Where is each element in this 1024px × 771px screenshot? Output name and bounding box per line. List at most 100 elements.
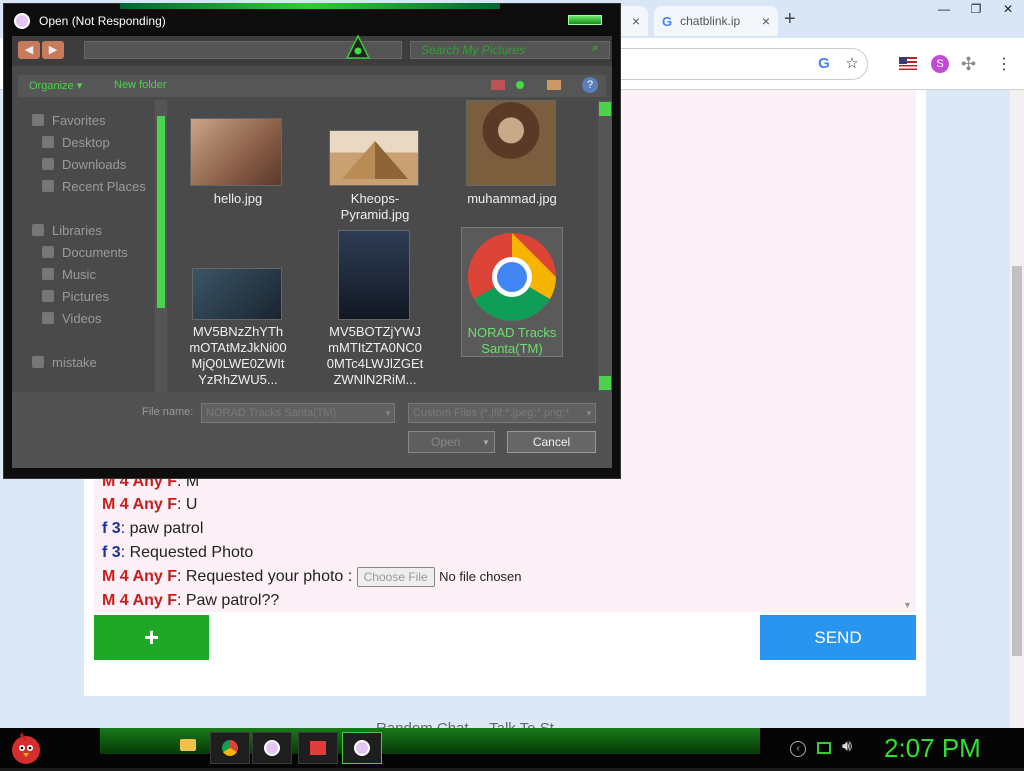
- puzzle-icon[interactable]: ✣: [961, 54, 976, 75]
- bookmark-star-icon[interactable]: ☆: [843, 55, 861, 73]
- search-icon[interactable]: ⌕: [592, 42, 598, 55]
- sender-name: f 3: [102, 520, 121, 537]
- desktop-icon: [42, 136, 54, 148]
- help-icon[interactable]: ?: [582, 77, 598, 93]
- pictures-icon: [42, 290, 54, 302]
- nav-label: Favorites: [52, 113, 106, 128]
- taskbar-app-icon[interactable]: [252, 732, 292, 764]
- taskbar-chrome-icon[interactable]: [210, 732, 250, 764]
- nav-label: Music: [62, 267, 96, 282]
- page-scrollbar-thumb[interactable]: [1012, 266, 1022, 656]
- organize-button[interactable]: Organize ▾: [29, 79, 82, 92]
- file-item[interactable]: [466, 100, 556, 186]
- close-tab-icon[interactable]: ×: [762, 13, 770, 29]
- documents-icon: [42, 246, 54, 258]
- network-icon[interactable]: [817, 742, 831, 754]
- maximize-button[interactable]: ❐: [960, 0, 992, 18]
- file-name: MV5BNzZhYThmOTAtMzJkNi00MjQ0LWE0ZWItYzRh…: [189, 324, 287, 387]
- chat-message: M 4 Any F: U: [102, 494, 197, 516]
- google-lens-icon[interactable]: G: [815, 55, 833, 73]
- message-text: : Paw patrol??: [176, 592, 280, 609]
- message-text: : Requested Photo: [120, 544, 254, 561]
- dialog-title: Open (Not Responding): [39, 14, 166, 28]
- chevron-down-icon[interactable]: ▼: [585, 409, 593, 418]
- dialog-title-glow: [120, 3, 500, 9]
- file-name-label: File name:: [142, 406, 194, 418]
- new-folder-button[interactable]: New folder: [114, 79, 167, 91]
- chevron-down-icon[interactable]: ▼: [482, 438, 490, 447]
- message-text: : U: [176, 496, 198, 513]
- nav-music[interactable]: Music: [42, 265, 96, 285]
- chat-scroll-down-icon[interactable]: ▼: [903, 600, 912, 610]
- show-hidden-icons-icon[interactable]: ‹: [790, 741, 806, 757]
- cancel-button[interactable]: Cancel: [507, 431, 596, 453]
- file-type-filter[interactable]: Custom Files (*.jfif;*.jpeg;*.png;*: [408, 403, 596, 423]
- file-thumbnail: [329, 130, 419, 186]
- chevron-down-icon[interactable]: ▼: [384, 409, 392, 418]
- back-arrow-icon[interactable]: ◀: [18, 41, 40, 59]
- flag-us-icon[interactable]: [899, 57, 917, 70]
- choose-file-button[interactable]: Choose File: [356, 567, 435, 587]
- nav-pane-scrollbar[interactable]: [155, 100, 167, 392]
- add-attachment-button[interactable]: +: [94, 615, 209, 660]
- nav-label: Libraries: [52, 223, 102, 238]
- nav-documents[interactable]: Documents: [42, 243, 128, 263]
- nav-pane-scrollbar-thumb[interactable]: [157, 116, 165, 308]
- search-pictures-input[interactable]: Search My Pictures: [410, 41, 610, 59]
- nav-label: Downloads: [62, 157, 127, 172]
- file-thumbnail: [466, 100, 556, 186]
- close-tab-icon[interactable]: ×: [632, 13, 640, 29]
- preview-pane-icon[interactable]: [547, 80, 561, 90]
- nav-recent-places[interactable]: Recent Places: [42, 177, 146, 197]
- nav-desktop[interactable]: Desktop: [42, 133, 110, 153]
- taskbar-dialog-icon[interactable]: [342, 732, 382, 764]
- minimize-button[interactable]: —: [928, 0, 960, 18]
- libraries-icon: [32, 224, 44, 236]
- view-dot-icon: [516, 81, 524, 89]
- file-name: muhammad.jpg: [467, 191, 557, 206]
- nav-mistake[interactable]: mistake: [32, 353, 97, 373]
- nav-favorites[interactable]: Favorites: [32, 111, 105, 131]
- dialog-app-icon: [14, 13, 30, 29]
- new-tab-button[interactable]: +: [784, 8, 796, 31]
- file-item[interactable]: [329, 130, 419, 186]
- file-name: hello.jpg: [213, 191, 263, 206]
- scroll-down-button[interactable]: [599, 376, 611, 390]
- tab-chatblink[interactable]: G chatblink.ip ×: [654, 6, 778, 36]
- downloads-icon: [42, 158, 54, 170]
- s-extension-icon[interactable]: S: [931, 55, 949, 73]
- sender-name: M 4 Any F: [102, 592, 177, 609]
- file-item[interactable]: [192, 268, 282, 320]
- dialog-close-button[interactable]: [568, 15, 602, 25]
- send-button[interactable]: SEND: [760, 615, 916, 660]
- chat-message: M 4 Any F: Paw patrol??: [102, 590, 279, 612]
- music-icon: [42, 268, 54, 280]
- tab-label: chatblink.ip: [680, 14, 741, 28]
- scroll-up-button[interactable]: [599, 102, 611, 116]
- sender-name: M 4 Any F: [102, 496, 177, 513]
- taskbar-folder-icon[interactable]: [168, 732, 208, 764]
- menu-icon[interactable]: ⋮: [996, 54, 1012, 74]
- file-item[interactable]: [190, 118, 282, 186]
- view-change-icon[interactable]: [491, 80, 505, 90]
- message-text: : Requested your photo :: [176, 568, 357, 586]
- nav-downloads[interactable]: Downloads: [42, 155, 126, 175]
- no-file-label: No file chosen: [439, 569, 522, 584]
- file-name-input[interactable]: NORAD Tracks Santa(TM): [201, 403, 395, 423]
- file-name: Kheops-Pyramid.jpg: [340, 191, 410, 222]
- taskbar-clock[interactable]: 2:07 PM: [884, 733, 981, 764]
- start-button-angry-bird-icon[interactable]: [8, 730, 44, 766]
- computer-icon: [32, 356, 44, 368]
- close-window-button[interactable]: ✕: [992, 0, 1024, 18]
- nav-videos[interactable]: Videos: [42, 309, 102, 329]
- forward-arrow-icon[interactable]: ▶: [42, 41, 64, 59]
- nav-label: Desktop: [62, 135, 110, 150]
- nav-pictures[interactable]: Pictures: [42, 287, 109, 307]
- message-input[interactable]: [209, 615, 760, 660]
- taskbar-media-icon[interactable]: [298, 732, 338, 764]
- nav-libraries[interactable]: Libraries: [32, 221, 102, 241]
- volume-icon[interactable]: 🔊︎: [842, 738, 852, 756]
- file-thumbnail: [192, 268, 282, 320]
- file-pane-scrollbar[interactable]: [598, 100, 612, 392]
- file-item[interactable]: [338, 230, 410, 320]
